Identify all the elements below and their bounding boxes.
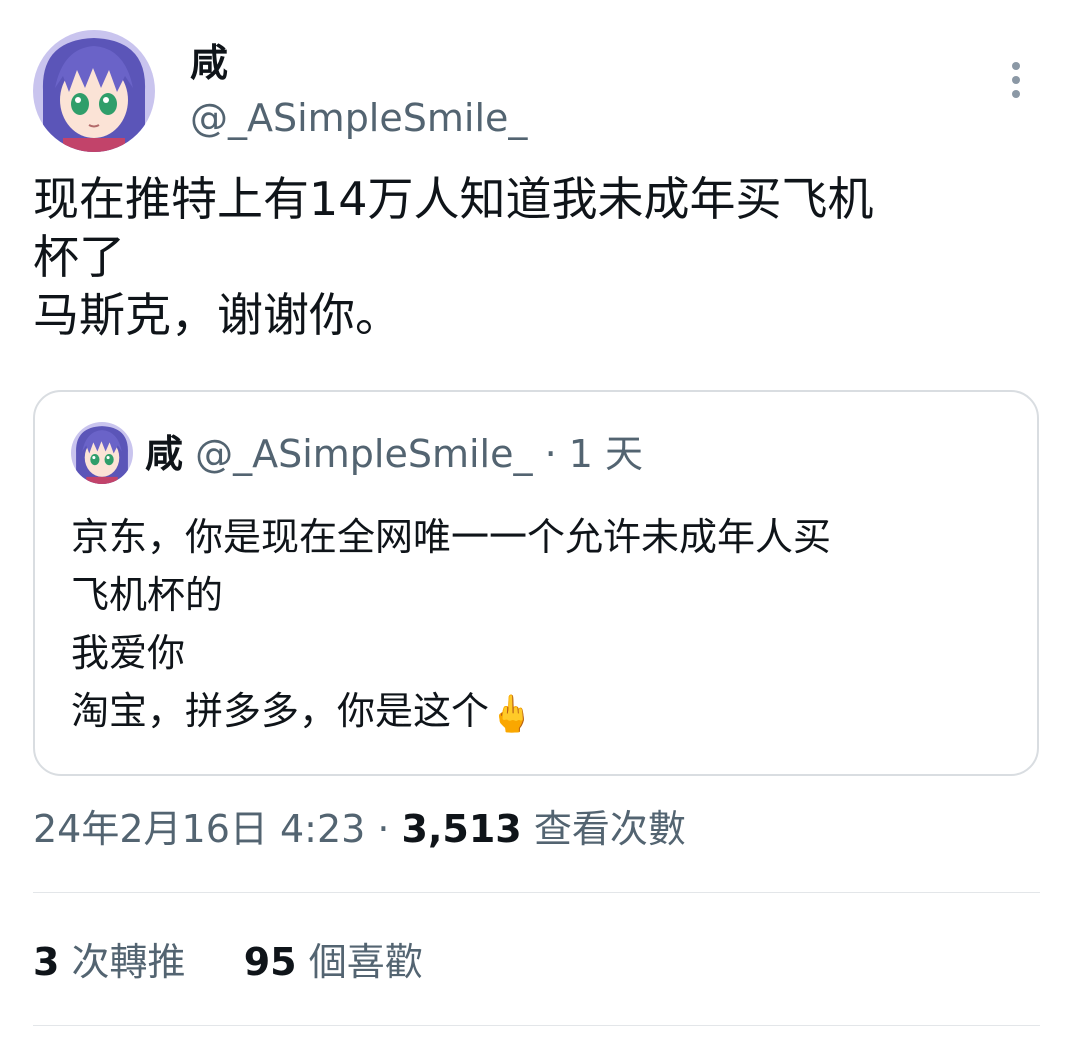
tweet-text: 现在推特上有14万人知道我未成年买飞机 杯了 马斯克，谢谢你。 xyxy=(33,170,1033,344)
divider xyxy=(33,1025,1040,1026)
tweet-text-line: 现在推特上有14万人知道我未成年买飞机 xyxy=(33,172,874,226)
quoted-author-name: 咸 xyxy=(145,432,184,476)
retweets-stat[interactable]: 3 次轉推 xyxy=(33,940,186,984)
author-handle[interactable]: @_ASimpleSmile_ xyxy=(190,94,527,142)
author-avatar[interactable] xyxy=(33,30,155,152)
likes-count: 95 xyxy=(243,940,297,984)
author-name[interactable]: 咸 xyxy=(190,38,228,88)
tweet-text-line: 杯了 xyxy=(33,230,125,284)
meta-separator: · xyxy=(365,807,402,851)
quoted-author-avatar xyxy=(71,422,133,484)
quoted-tweet-text: 京东，你是现在全网唯一一个允许未成年人买 飞机杯的 我爱你 淘宝，拼多多，你是这… xyxy=(71,508,1011,744)
quoted-tweet-card[interactable]: 咸 @_ASimpleSmile_ · 1 天 京东，你是现在全网唯一一个允许未… xyxy=(33,390,1039,776)
quoted-text-line-last: 淘宝，拼多多，你是这个🖕 xyxy=(71,682,1011,744)
quoted-time: 1 天 xyxy=(568,432,644,476)
middle-finger-emoji-icon: 🖕 xyxy=(489,694,534,735)
likes-label: 個喜歡 xyxy=(296,940,423,984)
divider xyxy=(33,892,1040,893)
retweets-label: 次轉推 xyxy=(59,940,186,984)
likes-stat[interactable]: 95 個喜歡 xyxy=(244,940,423,984)
retweets-count: 3 xyxy=(33,940,60,984)
quoted-separator: · xyxy=(532,432,569,476)
views-count: 3,513 xyxy=(401,807,522,851)
tweet-timestamp[interactable]: 24年2月16日 4:23 xyxy=(33,807,365,851)
quoted-tweet-header: 咸 @_ASimpleSmile_ · 1 天 xyxy=(145,430,643,478)
views-label: 查看次數 xyxy=(521,807,686,851)
quoted-text-line: 我爱你 xyxy=(71,631,186,675)
quoted-text-line: 飞机杯的 xyxy=(71,573,224,617)
tweet-meta: 24年2月16日 4:23 · 3,513 查看次數 xyxy=(33,804,686,854)
tweet-text-line: 马斯克，谢谢你。 xyxy=(33,288,401,342)
more-vertical-icon[interactable] xyxy=(1004,58,1028,102)
quoted-author-handle: @_ASimpleSmile_ xyxy=(195,432,533,476)
tweet: 咸 @_ASimpleSmile_ 现在推特上有14万人知道我未成年买飞机 杯了… xyxy=(0,0,1076,1042)
quoted-text-line: 京东，你是现在全网唯一一个允许未成年人买 xyxy=(71,515,832,559)
quoted-text-line: 淘宝，拼多多，你是这个 xyxy=(71,689,490,733)
tweet-stats: 3 次轉推 95 個喜歡 xyxy=(33,937,423,987)
